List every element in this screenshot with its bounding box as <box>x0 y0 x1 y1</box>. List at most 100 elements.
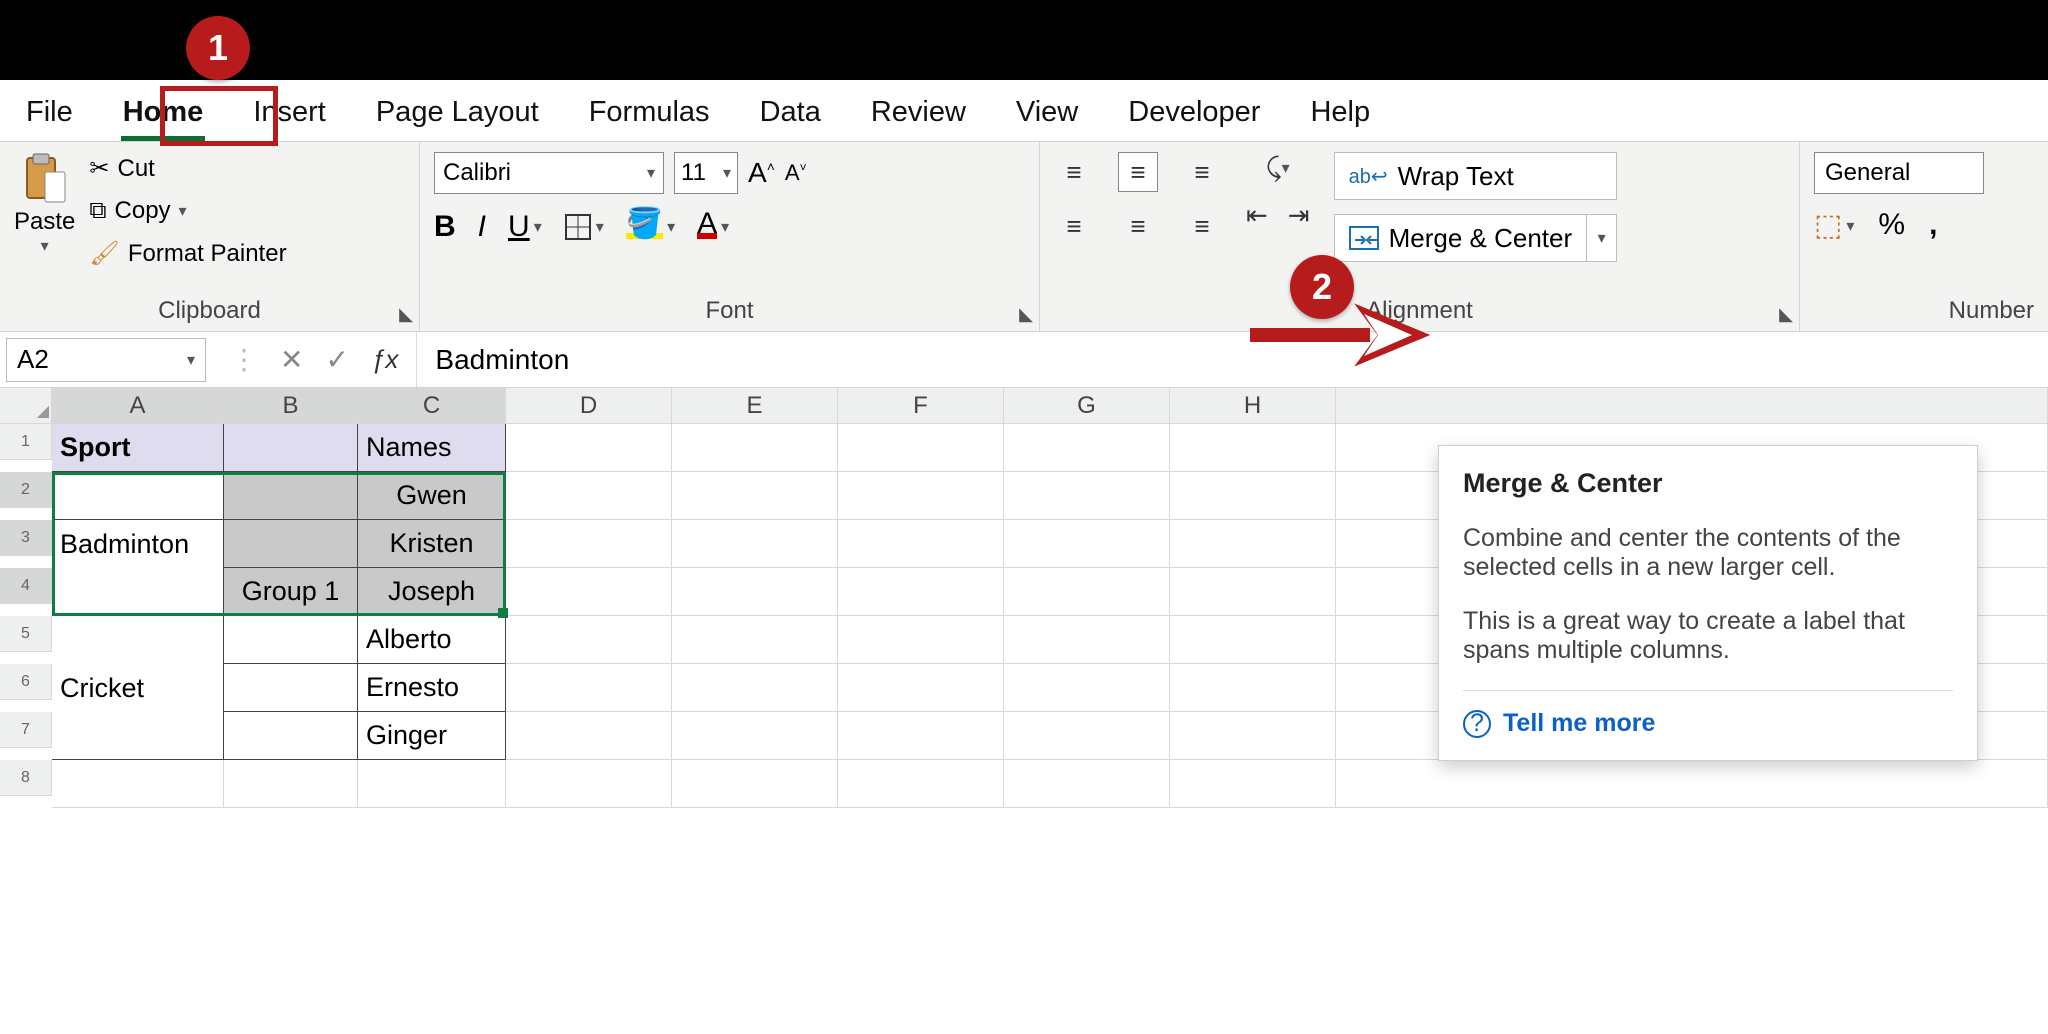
cell[interactable] <box>838 472 1004 520</box>
enter-icon[interactable]: ✓ <box>325 343 348 376</box>
tab-view[interactable]: View <box>1010 86 1084 141</box>
cell[interactable]: Joseph <box>358 568 506 616</box>
increase-font-icon[interactable]: A˄ <box>748 157 775 189</box>
row-header[interactable]: 1 <box>0 424 52 460</box>
cell[interactable] <box>506 712 672 760</box>
cell[interactable] <box>506 472 672 520</box>
cell[interactable] <box>1170 664 1336 712</box>
format-painter-button[interactable]: 🖌 Format Painter <box>85 237 290 270</box>
align-center-icon[interactable]: ≡ <box>1118 206 1158 246</box>
decrease-indent-icon[interactable]: ⇤ <box>1246 200 1268 231</box>
cell[interactable] <box>224 760 358 808</box>
cell[interactable] <box>506 616 672 664</box>
tab-formulas[interactable]: Formulas <box>583 86 716 141</box>
copy-button[interactable]: ⧉ Copy ▾ <box>85 195 290 227</box>
cell[interactable] <box>52 472 224 520</box>
accounting-format-button[interactable]: ⬚▾ <box>1814 208 1854 243</box>
cell[interactable]: Ernesto <box>358 664 506 712</box>
underline-button[interactable]: U▾ <box>508 210 542 244</box>
cell[interactable] <box>838 712 1004 760</box>
tab-help[interactable]: Help <box>1304 86 1376 141</box>
cell[interactable] <box>1004 712 1170 760</box>
cell[interactable] <box>1004 760 1170 808</box>
col-header[interactable]: E <box>672 388 838 424</box>
cell[interactable] <box>506 424 672 472</box>
align-left-icon[interactable]: ≡ <box>1054 206 1094 246</box>
row-header[interactable]: 4 <box>0 568 52 604</box>
cell[interactable] <box>1170 760 1336 808</box>
row-header[interactable]: 8 <box>0 760 52 796</box>
cell[interactable] <box>672 520 838 568</box>
cut-button[interactable]: ✂ Cut <box>85 152 290 185</box>
cell[interactable] <box>1170 616 1336 664</box>
cell[interactable] <box>1004 568 1170 616</box>
cell[interactable] <box>224 472 358 520</box>
cell[interactable] <box>1004 664 1170 712</box>
cell[interactable]: Group 1 <box>224 568 358 616</box>
cell[interactable] <box>506 520 672 568</box>
cell[interactable]: Gwen <box>358 472 506 520</box>
cell[interactable] <box>838 424 1004 472</box>
cell[interactable] <box>1336 760 2048 808</box>
cell[interactable] <box>1004 520 1170 568</box>
paste-button[interactable]: Paste ▾ <box>14 152 75 270</box>
cell[interactable] <box>672 760 838 808</box>
percent-button[interactable]: % <box>1878 208 1905 243</box>
cell[interactable] <box>1170 424 1336 472</box>
cell[interactable] <box>672 472 838 520</box>
cell[interactable] <box>1170 520 1336 568</box>
cell[interactable] <box>52 712 224 760</box>
cell[interactable] <box>358 760 506 808</box>
cancel-icon[interactable]: ✕ <box>280 343 303 376</box>
fx-icon[interactable]: ƒx <box>371 344 398 375</box>
col-header[interactable]: H <box>1170 388 1336 424</box>
cell[interactable]: Names <box>358 424 506 472</box>
tab-data[interactable]: Data <box>754 86 827 141</box>
dialog-launcher-icon[interactable]: ◣ <box>1779 304 1793 325</box>
orientation-button[interactable]: ⤹▾ <box>1246 152 1310 184</box>
cell[interactable] <box>838 616 1004 664</box>
row-header[interactable]: 2 <box>0 472 52 508</box>
col-header[interactable]: A <box>52 388 224 424</box>
col-header[interactable]: D <box>506 388 672 424</box>
cell[interactable] <box>224 616 358 664</box>
number-format-select[interactable]: General <box>1814 152 1984 194</box>
align-right-icon[interactable]: ≡ <box>1182 206 1222 246</box>
font-size-select[interactable]: 11 ▾ <box>674 152 738 194</box>
comma-button[interactable]: , <box>1929 208 1937 243</box>
merge-dropdown[interactable]: ▾ <box>1587 214 1617 262</box>
align-top-icon[interactable]: ≡ <box>1054 152 1094 192</box>
cell[interactable] <box>838 568 1004 616</box>
cell[interactable] <box>506 760 672 808</box>
italic-button[interactable]: I <box>478 210 486 244</box>
tell-me-more-link[interactable]: Tell me more <box>1503 709 1655 737</box>
chevron-down-icon[interactable]: ▾ <box>41 236 49 256</box>
chevron-down-icon[interactable]: ▾ <box>179 201 187 221</box>
cell[interactable] <box>1004 424 1170 472</box>
row-header[interactable]: 6 <box>0 664 52 700</box>
cell[interactable] <box>52 616 224 664</box>
cell[interactable] <box>224 712 358 760</box>
align-middle-icon[interactable]: ≡ <box>1118 152 1158 192</box>
col-header[interactable]: C <box>358 388 506 424</box>
tab-page-layout[interactable]: Page Layout <box>370 86 545 141</box>
cell[interactable] <box>1170 712 1336 760</box>
cell[interactable] <box>506 664 672 712</box>
cell[interactable]: Sport <box>52 424 224 472</box>
select-all-cell[interactable]: ◢ <box>0 388 52 424</box>
increase-indent-icon[interactable]: ⇥ <box>1288 200 1310 231</box>
formula-input[interactable]: Badminton <box>417 344 2048 376</box>
align-bottom-icon[interactable]: ≡ <box>1182 152 1222 192</box>
name-box[interactable]: A2 ▾ <box>6 338 206 382</box>
bold-button[interactable]: B <box>434 210 456 244</box>
borders-button[interactable]: ▾ <box>564 213 604 241</box>
cell[interactable]: Kristen <box>358 520 506 568</box>
cell[interactable] <box>1170 472 1336 520</box>
cell[interactable] <box>838 760 1004 808</box>
cell[interactable] <box>224 520 358 568</box>
cell[interactable]: Badminton <box>52 520 224 568</box>
merge-center-button[interactable]: Merge & Center <box>1334 214 1588 262</box>
col-header[interactable]: F <box>838 388 1004 424</box>
cell[interactable] <box>672 616 838 664</box>
fill-color-button[interactable]: 🪣▾ <box>626 215 675 239</box>
